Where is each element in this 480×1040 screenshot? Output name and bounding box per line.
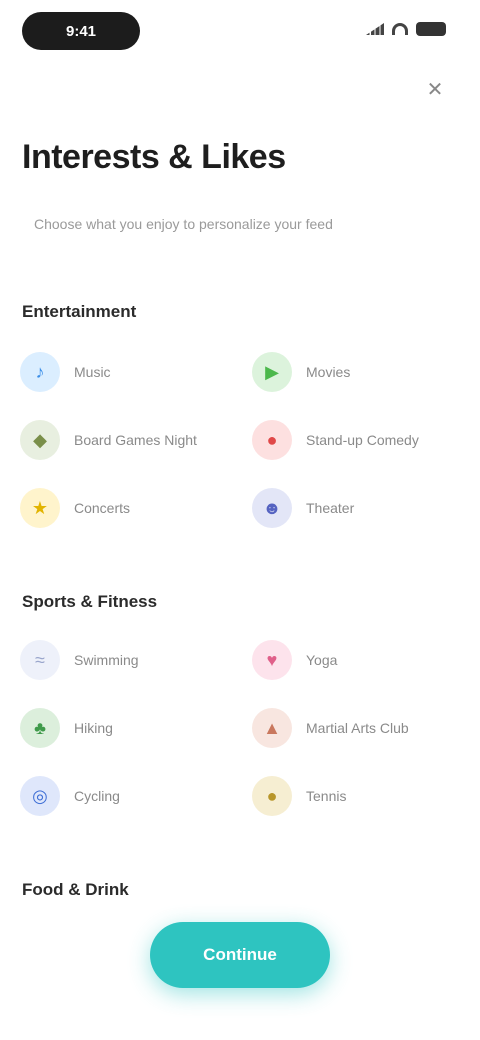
- interest-chip-label: Movies: [306, 364, 351, 380]
- wave-icon: ≈: [20, 640, 60, 680]
- section-title-sports: Sports & Fitness: [22, 592, 158, 611]
- section-title-food: Food & Drink: [22, 880, 129, 899]
- interest-chip[interactable]: ▲ Martial Arts Club: [252, 704, 460, 752]
- heart-icon: ♥: [252, 640, 292, 680]
- page-subtitle: Choose what you enjoy to personalize you…: [34, 216, 333, 232]
- interest-chip-label: Board Games Night: [74, 432, 197, 448]
- close-icon: ✕: [426, 78, 444, 101]
- interest-chip-label: Tennis: [306, 788, 347, 804]
- ball-icon: ●: [252, 776, 292, 816]
- interest-chip[interactable]: ♪ Music: [20, 348, 252, 396]
- interest-chip-label: Music: [74, 364, 111, 380]
- interest-grid-entertainment: ♪ Music ▶ Movies ◆ Board Games Night ● Stand-up…: [20, 348, 460, 532]
- music-icon: ♪: [20, 352, 60, 392]
- interest-chip[interactable]: ♥ Yoga: [252, 636, 460, 684]
- interest-grid-sports: ≈ Swimming ♥ Yoga ♣ Hiking ▲ Martial Arts Club ◎…: [20, 636, 460, 820]
- interest-chip-label: Martial Arts Club: [306, 720, 409, 736]
- signal-icon: [366, 23, 384, 35]
- bike-icon: ◎: [20, 776, 60, 816]
- status-icons: [366, 22, 446, 36]
- interest-chip[interactable]: ★ Concerts: [20, 484, 252, 532]
- status-bar: 9:41: [0, 0, 480, 64]
- mask-icon: ☻: [252, 488, 292, 528]
- interest-chip[interactable]: ● Stand-up Comedy: [252, 416, 460, 464]
- interest-chip[interactable]: ▶ Movies: [252, 348, 460, 396]
- interest-chip-label: Cycling: [74, 788, 120, 804]
- film-icon: ▶: [252, 352, 292, 392]
- interest-chip[interactable]: ◆ Board Games Night: [20, 416, 252, 464]
- close-button[interactable]: ✕: [418, 72, 452, 106]
- interest-chip[interactable]: ≈ Swimming: [20, 636, 252, 684]
- interest-chip-label: Yoga: [306, 652, 338, 668]
- interest-chip[interactable]: ☻ Theater: [252, 484, 460, 532]
- mic-icon: ●: [252, 420, 292, 460]
- leaf-icon: ♣: [20, 708, 60, 748]
- interest-chip[interactable]: ● Tennis: [252, 772, 460, 820]
- interest-chip-label: Swimming: [74, 652, 139, 668]
- status-time: 9:41: [22, 12, 140, 50]
- interest-chip-label: Concerts: [74, 500, 131, 516]
- dice-icon: ◆: [20, 420, 60, 460]
- flame-icon: ▲: [252, 708, 292, 748]
- interest-chip-label: Theater: [306, 500, 355, 516]
- interest-chip-label: Stand-up Comedy: [306, 432, 419, 448]
- interest-chip[interactable]: ◎ Cycling: [20, 772, 252, 820]
- battery-icon: [416, 22, 446, 36]
- star-icon: ★: [20, 488, 60, 528]
- interest-chip-label: Hiking: [74, 720, 113, 736]
- interest-chip[interactable]: ♣ Hiking: [20, 704, 252, 752]
- wifi-icon: [392, 23, 408, 35]
- continue-button[interactable]: Continue: [150, 922, 330, 988]
- page-title: Interests & Likes: [22, 138, 286, 176]
- section-title-entertainment: Entertainment: [22, 302, 137, 321]
